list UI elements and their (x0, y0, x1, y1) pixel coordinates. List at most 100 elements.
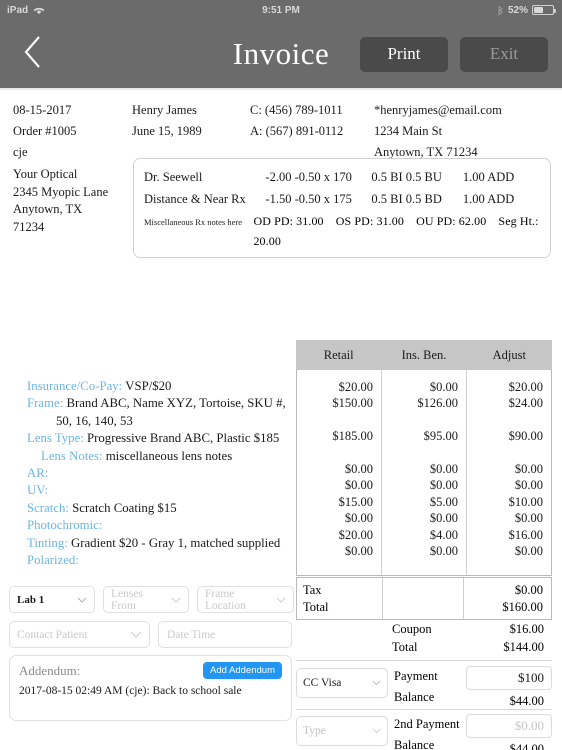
rx-sphere-2: -1.50 -0.50 x 175 (265, 192, 352, 206)
adjust-column: $20.00 $24.00 $90.00 $0.00 $0.00 $10.00 … (466, 370, 551, 575)
line-item-tinting[interactable]: Tinting: Gradient $20 - Gray 1, matched … (0, 535, 292, 552)
rx-sphere-1: -2.00 -0.50 x 170 (265, 170, 352, 184)
ins-ben-cell: $0.00 (429, 511, 458, 526)
total-label: Total (303, 600, 329, 614)
patient-cell-phone: C: (456) 789-1011 (250, 103, 343, 117)
rx-notes: Miscellaneous Rx notes here (144, 217, 242, 227)
lab-select-value: Lab 1 (17, 593, 45, 606)
invoice-date: 08-15-2017 (13, 103, 72, 117)
adjust-cell: $16.00 (508, 527, 543, 542)
frame-value: Brand ABC, Name XYZ, Tortoise, SKU #, (66, 396, 286, 411)
payment-type-select-2[interactable]: Type (296, 716, 388, 746)
rx-row: Distance & Near Rx -1.50 -0.50 x 175 0.5… (144, 188, 540, 210)
add-addendum-button[interactable]: Add Addendum (203, 662, 282, 679)
ins-ben-cell-spacer (382, 445, 458, 461)
back-button[interactable] (16, 34, 50, 74)
patient-name: Henry James (132, 103, 197, 117)
line-item-frame[interactable]: Frame: Brand ABC, Name XYZ, Tortoise, SK… (0, 395, 292, 412)
frame-location-value: Frame Location (205, 587, 246, 612)
line-item-ar[interactable]: AR: (0, 465, 292, 482)
status-bar-clock: 9:51 PM (262, 4, 300, 16)
retail-cell: $20.00 (338, 527, 373, 542)
grand-total-row: Total $144.00 (296, 639, 552, 657)
chevron-down-icon (372, 725, 381, 737)
control-row-1: Lab 1 Lenses From Frame Location (0, 586, 294, 613)
polarized-label: Polarized: (27, 553, 79, 568)
retail-cell: $0.00 (344, 478, 373, 493)
patient-alt-phone: A: (567) 891-0112 (250, 124, 344, 138)
price-table: Retail Ins. Ben. Adjust $20.00 $150.00 $… (296, 340, 552, 576)
line-item-polarized[interactable]: Polarized: (0, 552, 292, 569)
store-column: 08-15-2017 Order #1005 cje Your Optical … (0, 100, 132, 236)
insurance-label: Insurance/Co-Pay: (27, 379, 123, 393)
contact-patient-select[interactable]: Contact Patient (9, 621, 150, 648)
lens-type-label: Lens Type: (27, 431, 84, 446)
payment-values-2: $0.00 $44.00 (466, 714, 552, 750)
adjust-cell: $20.00 (508, 380, 543, 394)
scratch-value: Scratch Coating $15 (72, 500, 177, 515)
lens-notes-value: miscellaneous lens notes (105, 448, 233, 463)
ins-ben-cell: $126.00 (417, 396, 458, 411)
lens-notes-label: Lens Notes: (41, 448, 103, 463)
retail-cell: $0.00 (344, 511, 373, 526)
tax-label: Tax (303, 583, 322, 597)
store-name: Your Optical (13, 167, 78, 181)
rx-pd-group: OD PD: 31.00 OS PD: 31.00 OU PD: 62.00 S… (253, 211, 540, 251)
addendum-panel: Addendum: Add Addendum 2017-08-15 02:49 … (9, 655, 292, 721)
line-item-scratch[interactable]: Scratch: Scratch Coating $15 (0, 500, 292, 517)
rx-notes-row: Miscellaneous Rx notes here OD PD: 31.00… (144, 211, 540, 251)
retail-cell: $15.00 (338, 494, 373, 509)
ins-ben-cell: $4.00 (429, 527, 458, 542)
frame-value-continued: 50, 16, 140, 53 (56, 413, 133, 428)
ins-ben-column: $0.00 $126.00 $95.00 $0.00 $0.00 $5.00 $… (381, 370, 466, 575)
retail-cell: $0.00 (344, 544, 373, 559)
retail-cell: $185.00 (332, 429, 373, 444)
retail-column: $20.00 $150.00 $185.00 $0.00 $0.00 $15.0… (297, 370, 381, 575)
print-button[interactable]: Print (360, 36, 448, 72)
balance-label-2: Balance (394, 738, 435, 750)
store-city: Anytown, TX (13, 202, 83, 216)
ins-ben-cell: $0.00 (429, 478, 458, 493)
line-item-insurance[interactable]: Insurance/Co-Pay: VSP/$20 (0, 378, 292, 395)
adjust-cell: $0.00 (514, 544, 543, 559)
tinting-value: Gradient $20 - Gray 1, matched supplied (71, 535, 281, 550)
lab-select[interactable]: Lab 1 (9, 586, 95, 613)
control-row-2: Contact Patient Date Time (0, 621, 292, 648)
patient-dob: June 15, 1989 (132, 124, 202, 138)
rx-row: Dr. Seewell -2.00 -0.50 x 170 0.5 BI 0.5… (144, 166, 540, 188)
frame-location-select[interactable]: Frame Location (197, 586, 294, 613)
coupon-label: Coupon (392, 622, 432, 636)
retail-cell: $150.00 (332, 396, 373, 411)
payment-type-select-1[interactable]: CC Visa (296, 668, 388, 698)
chevron-down-icon (71, 594, 87, 606)
tax-total-middle (382, 578, 462, 619)
exit-button[interactable]: Exit (460, 36, 548, 72)
rx-add-2: 1.00 ADD (462, 192, 515, 206)
line-item-lens-type[interactable]: Lens Type: Progressive Brand ABC, Plasti… (0, 430, 292, 447)
line-item-lens-notes[interactable]: Lens Notes: miscellaneous lens notes (0, 448, 292, 465)
payment-row-2: Type 2nd Payment Balance $0.00 $44.00 (296, 705, 552, 750)
price-table-header: Retail Ins. Ben. Adjust (296, 340, 552, 370)
uv-label: UV: (27, 483, 49, 498)
line-item-uv[interactable]: UV: (0, 482, 292, 499)
adjust-cell: $0.00 (514, 511, 543, 526)
line-item-photochromic[interactable]: Photochromic: (0, 517, 292, 534)
payment-label-2: 2nd Payment (394, 717, 460, 731)
lenses-from-select[interactable]: Lenses From (103, 586, 189, 613)
retail-cell-spacer (297, 412, 373, 428)
payment-labels-1: Payment Balance (388, 666, 466, 708)
grand-total-label: Total (392, 639, 418, 654)
total-value: $160.00 (502, 600, 543, 614)
adjust-cell-spacer (467, 412, 543, 428)
nav-actions: Print Exit (360, 36, 548, 72)
staff-initials: cje (13, 145, 28, 159)
rx-prism-2: 0.5 BI 0.5 BD (371, 192, 442, 206)
chevron-down-icon (270, 594, 286, 606)
chevron-down-icon (372, 677, 381, 689)
date-time-input[interactable]: Date Time (158, 621, 292, 648)
payment-row-1: CC Visa Payment Balance $100 $44.00 (296, 662, 552, 711)
tax-total-block: Tax Total $0.00 $160.00 (296, 577, 552, 620)
payment-amount-input-2[interactable]: $0.00 (466, 714, 552, 738)
payment-label-1: Payment (394, 669, 438, 683)
payment-amount-input-1[interactable]: $100 (466, 666, 552, 690)
